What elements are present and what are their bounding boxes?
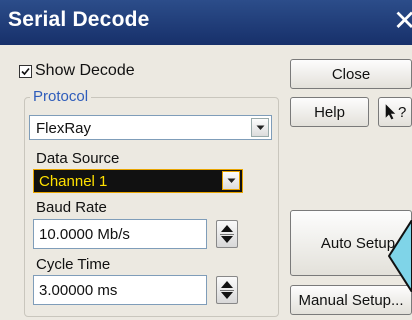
close-button[interactable]: Close: [290, 59, 412, 89]
close-icon[interactable]: ✕: [393, 4, 412, 38]
spin-down-icon[interactable]: [221, 292, 233, 299]
baud-rate-input[interactable]: 10.0000 Mb/s: [33, 219, 207, 249]
spin-up-icon[interactable]: [221, 225, 233, 232]
chevron-down-icon: [256, 125, 264, 130]
spinner-divider: [220, 234, 234, 235]
pointer-help-icon: [385, 104, 396, 120]
baud-rate-value: 10.0000 Mb/s: [39, 226, 130, 243]
spin-up-icon[interactable]: [221, 281, 233, 288]
show-decode-checkbox[interactable]: [19, 64, 32, 78]
auto-setup-label: Auto Setup: [320, 234, 396, 252]
cycle-time-value: 3.00000 ms: [39, 282, 118, 299]
cycle-time-label: Cycle Time: [36, 256, 111, 273]
baud-rate-label: Baud Rate: [36, 199, 107, 216]
spin-down-icon[interactable]: [221, 236, 233, 243]
data-source-label: Data Source: [36, 150, 120, 167]
chevron-down-icon: [227, 178, 235, 183]
help-question-mark: ?: [398, 103, 407, 121]
protocol-dropdown-button[interactable]: [251, 118, 269, 137]
protocol-select[interactable]: FlexRay: [29, 115, 272, 140]
data-source-selected-value: Channel 1: [39, 173, 108, 190]
protocol-selected-value: FlexRay: [36, 120, 92, 137]
data-source-select[interactable]: Channel 1: [33, 169, 243, 193]
show-decode-row[interactable]: Show Decode: [19, 61, 135, 81]
data-source-dropdown-button[interactable]: [222, 171, 240, 190]
help-button[interactable]: Help: [290, 97, 369, 127]
dialog-title: Serial Decode: [8, 8, 150, 31]
show-decode-label: Show Decode: [35, 62, 135, 79]
checkmark-icon: [21, 67, 30, 75]
serial-decode-dialog: Serial Decode ✕ Show Decode Protocol Fle…: [0, 0, 412, 320]
whats-this-button[interactable]: ?: [378, 97, 412, 127]
callout-arrow-icon: [388, 220, 412, 292]
baud-rate-spinner[interactable]: [216, 220, 238, 248]
title-bar: Serial Decode ✕: [0, 0, 412, 45]
spinner-divider: [220, 290, 234, 291]
cycle-time-input[interactable]: 3.00000 ms: [33, 275, 207, 305]
protocol-legend: Protocol: [30, 88, 92, 105]
cycle-time-spinner[interactable]: [216, 276, 238, 304]
